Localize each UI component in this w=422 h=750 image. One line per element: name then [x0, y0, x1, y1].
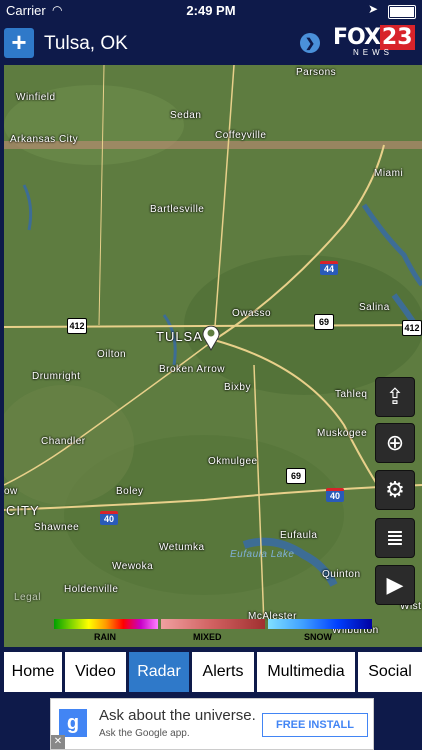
clock: 2:49 PM	[186, 3, 236, 18]
fox23-logo: FOX23 NEWS	[333, 25, 415, 63]
ad-headline: Ask about the universe.	[99, 707, 256, 724]
mixed-label: MIXED	[193, 632, 222, 642]
rain-label: RAIN	[94, 632, 116, 642]
us-route-shield: 412	[402, 320, 422, 336]
tab-radar[interactable]: Radar	[129, 652, 189, 692]
city-label: Owasso	[232, 308, 272, 319]
install-button[interactable]: FREE INSTALL	[262, 713, 368, 737]
city-label: Shawnee	[34, 522, 80, 533]
city-label: Holdenville	[64, 584, 119, 595]
city-label: Quinton	[322, 569, 361, 580]
city-label: Drumright	[32, 371, 81, 382]
city-label: Muskogee	[317, 428, 368, 439]
city-label: Arkansas City	[10, 134, 79, 145]
google-logo-icon: g	[59, 709, 87, 737]
share-button[interactable]: ⇪	[375, 377, 415, 417]
locate-button[interactable]: ⊕	[375, 423, 415, 463]
city-label: Parsons	[296, 67, 337, 78]
city-label: Boley	[116, 486, 144, 497]
city-label: Bartlesville	[150, 204, 205, 215]
us-route-shield: 412	[67, 318, 87, 334]
interstate-shield: 44	[320, 261, 338, 275]
snow-label: SNOW	[304, 632, 332, 642]
location-pin-icon[interactable]	[201, 323, 221, 351]
city-label: Chandler	[41, 436, 86, 447]
city-label: Wetumka	[159, 542, 205, 553]
play-button[interactable]: ▶	[375, 565, 415, 605]
logo-fox: FOX	[333, 25, 381, 50]
city-label: Miami	[374, 168, 404, 179]
layers-button[interactable]: ≣	[375, 518, 415, 558]
radar-map[interactable]: Parsons Winfield Sedan Arkansas City Cof…	[4, 65, 422, 647]
us-route-shield: 69	[286, 468, 306, 484]
battery-icon	[388, 5, 416, 19]
play-icon: ▶	[386, 572, 404, 597]
locate-icon: ⊕	[385, 430, 405, 455]
city-label: Wewoka	[112, 561, 154, 572]
city-label: Eufaula	[280, 530, 318, 541]
city-label: Salina	[359, 302, 390, 313]
rain-scale	[54, 619, 158, 629]
city-label: TULSA	[156, 329, 203, 344]
location-arrow-icon: ➤	[367, 2, 378, 16]
share-icon: ⇪	[385, 384, 405, 409]
precip-legend: RAIN MIXED SNOW	[54, 619, 372, 645]
close-icon[interactable]: ✕	[51, 735, 65, 749]
snow-scale	[268, 619, 372, 629]
city-label: Coffeyville	[215, 130, 267, 141]
add-location-button[interactable]: +	[4, 28, 34, 58]
tab-alerts[interactable]: Alerts	[192, 652, 254, 692]
city-label: Tahleq	[335, 389, 368, 400]
us-route-shield: 69	[314, 314, 334, 330]
mixed-scale	[161, 619, 265, 629]
interstate-shield: 40	[326, 488, 344, 502]
lake-label: Eufaula Lake	[230, 549, 295, 560]
layers-icon: ≣	[385, 525, 405, 550]
settings-button[interactable]: ⚙	[375, 470, 415, 510]
location-title[interactable]: Tulsa, OK	[44, 33, 128, 55]
legal-link[interactable]: Legal	[14, 592, 41, 603]
city-label: Okmulgee	[208, 456, 258, 467]
tab-home[interactable]: Home	[4, 652, 62, 692]
gear-icon: ⚙	[385, 477, 405, 502]
city-label: ow	[4, 486, 18, 497]
map-terrain	[4, 65, 422, 647]
tab-video[interactable]: Video	[65, 652, 126, 692]
interstate-shield: 40	[100, 511, 118, 525]
ad-banner[interactable]: g Ask about the universe. Ask the Google…	[50, 698, 374, 750]
city-label: Oilton	[97, 349, 127, 360]
app-header: + Tulsa, OK ❯ FOX23 NEWS	[0, 22, 422, 65]
chevron-right-icon: ❯	[304, 36, 316, 50]
status-bar: Carrier ◠ 2:49 PM ➤	[0, 0, 422, 22]
tab-bar: Home Video Radar Alerts Multimedia Socia…	[0, 649, 422, 695]
tab-social[interactable]: Social	[358, 652, 422, 692]
logo-channel: 23	[379, 25, 415, 50]
city-label: Sedan	[170, 110, 202, 121]
city-label: Bixby	[224, 382, 251, 393]
ad-subline: Ask the Google app.	[99, 728, 190, 739]
tab-multimedia[interactable]: Multimedia	[257, 652, 355, 692]
city-label: CITY	[6, 503, 40, 518]
city-label: Winfield	[16, 92, 56, 103]
next-location-button[interactable]: ❯	[300, 33, 320, 53]
city-label: Broken Arrow	[159, 364, 226, 375]
